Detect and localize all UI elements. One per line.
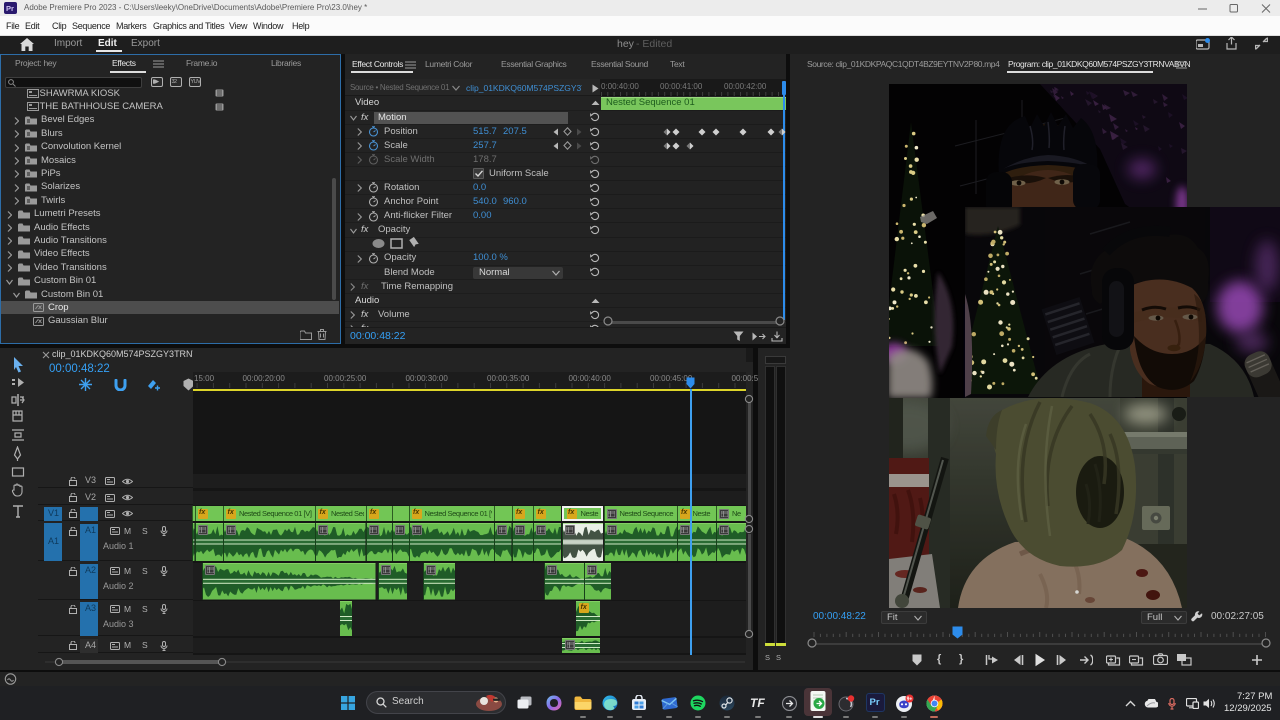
svg-text:9+: 9+ [907,696,913,702]
